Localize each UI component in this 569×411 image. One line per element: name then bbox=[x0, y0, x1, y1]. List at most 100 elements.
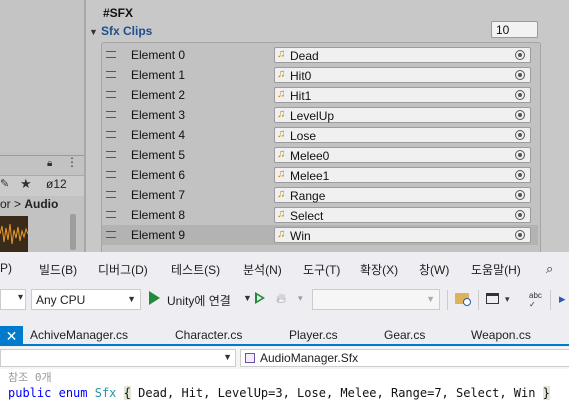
code-line[interactable]: public enum Sfx { Dead, Hit, LevelUp=3, … bbox=[8, 386, 550, 400]
member-dropdown[interactable]: AudioManager.Sfx bbox=[240, 349, 569, 367]
object-picker-icon[interactable] bbox=[515, 170, 525, 180]
list-item[interactable]: Element 9 ♫ Win bbox=[102, 225, 538, 245]
start-debug-icon[interactable] bbox=[149, 291, 160, 305]
audio-clip-name: Hit1 bbox=[290, 89, 312, 103]
breadcrumb-prefix[interactable]: or bbox=[0, 197, 11, 211]
audio-clip-name: Melee1 bbox=[290, 169, 330, 183]
list-item[interactable]: Element 0 ♫ Dead bbox=[102, 45, 538, 65]
tab-achive-manager[interactable]: AchiveManager.cs bbox=[30, 328, 128, 342]
menu-debug[interactable]: 디버그(D) bbox=[98, 261, 148, 278]
waveform-icon bbox=[0, 223, 28, 245]
audio-clip-name: Range bbox=[290, 189, 326, 203]
chevron-down-icon[interactable]: ▾ bbox=[505, 294, 510, 305]
more-menu-icon[interactable]: ⋮ bbox=[66, 155, 78, 169]
breadcrumb: or > Audio bbox=[0, 197, 58, 213]
list-item[interactable]: Element 1 ♫ Hit0 bbox=[102, 65, 538, 85]
platform-dropdown[interactable]: Any CPU ▼ bbox=[31, 289, 141, 310]
object-picker-icon[interactable] bbox=[515, 110, 525, 120]
debug-target-dropdown[interactable]: ▼ bbox=[312, 289, 440, 310]
chevron-down-icon[interactable]: ▼ bbox=[243, 293, 252, 303]
array-size-field[interactable]: 10 bbox=[491, 21, 538, 38]
list-item[interactable]: Element 6 ♫ Melee1 bbox=[102, 165, 538, 185]
list-item[interactable]: Element 7 ♫ Range bbox=[102, 185, 538, 205]
drag-handle-icon[interactable] bbox=[106, 71, 116, 78]
list-item[interactable]: Element 5 ♫ Melee0 bbox=[102, 145, 538, 165]
close-brace: } bbox=[542, 386, 550, 400]
foldout-arrow-icon[interactable]: ▼ bbox=[89, 27, 101, 37]
brush-icon[interactable]: ✎ bbox=[0, 177, 9, 191]
audio-clip-field[interactable]: ♫ LevelUp bbox=[274, 107, 531, 123]
audio-clip-field[interactable]: ♫ Hit1 bbox=[274, 87, 531, 103]
audio-clip-field[interactable]: ♫ Melee1 bbox=[274, 167, 531, 183]
menu-extensions[interactable]: 확장(X) bbox=[360, 261, 398, 278]
drag-handle-icon[interactable] bbox=[106, 91, 116, 98]
keyword-public: public bbox=[8, 386, 52, 400]
menu-window[interactable]: 창(W) bbox=[419, 261, 449, 278]
audio-clip-field[interactable]: ♫ Hit0 bbox=[274, 67, 531, 83]
audio-clip-icon: ♫ bbox=[277, 228, 286, 240]
menu-analyze[interactable]: 분석(N) bbox=[243, 261, 282, 278]
menu-tools[interactable]: 도구(T) bbox=[303, 261, 340, 278]
tab-weapon[interactable]: Weapon.cs bbox=[471, 328, 531, 342]
start-without-debug-icon[interactable] bbox=[255, 292, 266, 304]
spell-check-icon[interactable]: abc ✓ bbox=[529, 291, 542, 309]
foldout-label: Sfx Clips bbox=[101, 24, 153, 38]
list-item[interactable]: Element 8 ♫ Select bbox=[102, 205, 538, 225]
window-layout-icon[interactable] bbox=[486, 293, 499, 304]
star-icon[interactable]: ★ bbox=[20, 176, 32, 192]
list-item[interactable]: Element 2 ♫ Hit1 bbox=[102, 85, 538, 105]
menu-build[interactable]: 빌드(B) bbox=[39, 261, 77, 278]
object-picker-icon[interactable] bbox=[515, 70, 525, 80]
list-item[interactable]: Element 3 ♫ LevelUp bbox=[102, 105, 538, 125]
attach-unity-button[interactable]: Unity에 연결 bbox=[167, 292, 231, 309]
object-picker-icon[interactable] bbox=[515, 210, 525, 220]
close-tab-icon[interactable]: ✕ bbox=[0, 326, 23, 346]
object-picker-icon[interactable] bbox=[515, 150, 525, 160]
audio-clip-field[interactable]: ♫ Melee0 bbox=[274, 147, 531, 163]
search-icon[interactable]: ⌕ bbox=[546, 261, 553, 277]
chevron-down-icon[interactable]: ▾ bbox=[298, 293, 303, 304]
lock-icon[interactable]: 🔒︎ bbox=[47, 158, 55, 169]
sfx-clips-foldout[interactable]: ▼ Sfx Clips bbox=[89, 24, 152, 38]
object-picker-icon[interactable] bbox=[515, 50, 525, 60]
object-picker-icon[interactable] bbox=[515, 190, 525, 200]
menu-test[interactable]: 테스트(S) bbox=[171, 261, 220, 278]
audio-clip-field[interactable]: ♫ Select bbox=[274, 207, 531, 223]
breadcrumb-current[interactable]: Audio bbox=[24, 197, 58, 211]
member-value: AudioManager.Sfx bbox=[260, 351, 359, 365]
configuration-dropdown[interactable]: ▾ bbox=[0, 289, 26, 310]
tab-character[interactable]: Character.cs bbox=[175, 328, 242, 342]
drag-handle-icon[interactable] bbox=[106, 151, 116, 158]
menu-help[interactable]: 도움말(H) bbox=[471, 261, 521, 278]
drag-handle-icon[interactable] bbox=[106, 111, 116, 118]
object-picker-icon[interactable] bbox=[515, 230, 525, 240]
drag-handle-icon[interactable] bbox=[106, 191, 116, 198]
object-picker-icon[interactable] bbox=[515, 90, 525, 100]
drag-handle-icon[interactable] bbox=[106, 171, 116, 178]
drag-handle-icon[interactable] bbox=[106, 131, 116, 138]
breadcrumb-chevron-icon: > bbox=[14, 197, 25, 211]
object-picker-icon[interactable] bbox=[515, 130, 525, 140]
codelens-references[interactable]: 참조 0개 bbox=[8, 369, 52, 385]
hidden-count[interactable]: ø12 bbox=[46, 177, 67, 191]
menu-project[interactable]: P) bbox=[0, 261, 12, 275]
list-item[interactable]: Element 4 ♫ Lose bbox=[102, 125, 538, 145]
audio-clip-field[interactable]: ♫ Win bbox=[274, 227, 531, 243]
audio-clip-field[interactable]: ♫ Range bbox=[274, 187, 531, 203]
element-label: Element 8 bbox=[131, 208, 186, 222]
tab-gear[interactable]: Gear.cs bbox=[384, 328, 425, 342]
select-cursor-icon[interactable]: ▸ bbox=[559, 291, 566, 307]
find-in-folder-icon[interactable] bbox=[455, 293, 471, 306]
drag-handle-icon[interactable] bbox=[106, 211, 116, 218]
project-scrollbar[interactable] bbox=[70, 214, 76, 250]
audio-clip-field[interactable]: ♫ Dead bbox=[274, 47, 531, 63]
audio-clip-field[interactable]: ♫ Lose bbox=[274, 127, 531, 143]
type-dropdown[interactable]: ▼ bbox=[0, 349, 236, 367]
audio-waveform-thumbnail[interactable] bbox=[0, 216, 28, 252]
drag-handle-icon[interactable] bbox=[106, 231, 116, 238]
hot-reload-icon[interactable]: 🔥︎ bbox=[276, 290, 286, 307]
toolbar-separator bbox=[550, 290, 551, 310]
tab-player[interactable]: Player.cs bbox=[289, 328, 338, 342]
audio-clip-name: Dead bbox=[290, 49, 319, 63]
drag-handle-icon[interactable] bbox=[106, 51, 116, 58]
